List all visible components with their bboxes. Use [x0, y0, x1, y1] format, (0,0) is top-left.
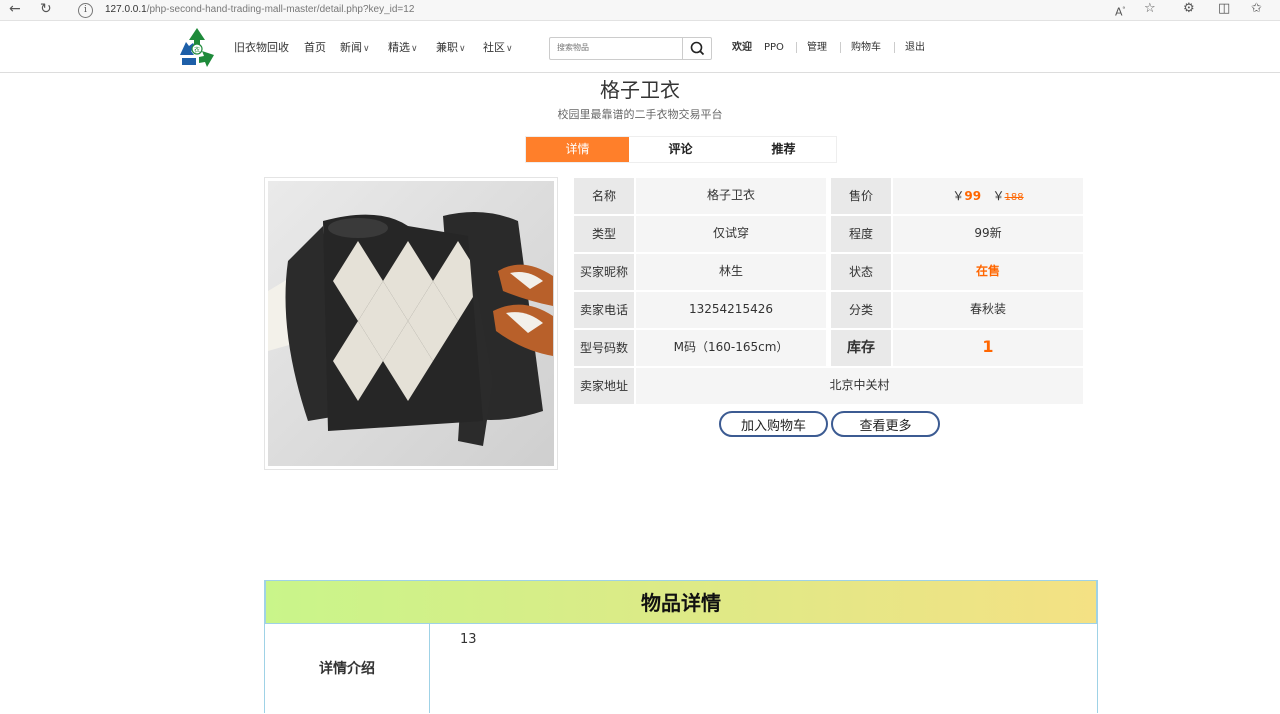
favorites-list-icon[interactable]: ✩: [1251, 0, 1262, 20]
nav-community-label: 社区: [483, 41, 505, 54]
search-input[interactable]: [550, 38, 685, 57]
nav-featured[interactable]: 精选∨: [388, 41, 418, 56]
label-size: 型号码数: [574, 330, 634, 366]
nav-home-label: 首页: [304, 41, 326, 54]
back-icon[interactable]: ←: [9, 0, 21, 20]
label-nickname: 买家昵称: [574, 254, 634, 290]
detail-tabs: 详情 评论 推荐: [525, 136, 837, 163]
cart-link[interactable]: 购物车: [851, 41, 881, 54]
browser-toolbar: ← ↻ i 127.0.0.1/php-second-hand-trading-…: [0, 0, 1280, 21]
sale-price: 99: [964, 189, 982, 203]
add-to-cart-button[interactable]: 加入购物车: [719, 411, 828, 437]
intro-value: 13: [460, 632, 477, 647]
favorite-star-icon[interactable]: ☆: [1144, 0, 1156, 20]
value-condition: 99新: [893, 216, 1083, 252]
recycle-logo-icon[interactable]: 衣: [174, 25, 220, 69]
label-address: 卖家地址: [574, 368, 634, 404]
view-more-button[interactable]: 查看更多: [831, 411, 940, 437]
site-header: 衣 旧衣物回收 首页 新闻∨ 精选∨ 兼职∨ 社区∨ 欢迎 PPO 管理 购物车…: [0, 21, 1280, 73]
url-host: 127.0.0.1: [105, 4, 147, 15]
search-button[interactable]: [682, 38, 712, 59]
value-address: 北京中关村: [636, 368, 1083, 404]
divider: [840, 42, 841, 53]
label-phone: 卖家电话: [574, 292, 634, 328]
value-size: M码（160-165cm）: [636, 330, 826, 366]
chevron-down-icon: ∨: [506, 44, 513, 54]
search-icon: [690, 41, 705, 56]
value-name: 格子卫衣: [636, 178, 826, 214]
divider: [894, 42, 895, 53]
manage-link[interactable]: 管理: [807, 41, 827, 54]
label-type: 类型: [574, 216, 634, 252]
value-price: ￥99 ￥188: [893, 178, 1083, 214]
intro-label: 详情介绍: [265, 624, 430, 713]
label-price: 售价: [831, 178, 891, 214]
reload-icon[interactable]: ↻: [40, 0, 52, 20]
chevron-down-icon: ∨: [411, 44, 418, 54]
nav-news-label: 新闻: [340, 41, 362, 54]
value-nickname: 林生: [636, 254, 826, 290]
value-category: 春秋装: [893, 292, 1083, 328]
value-type: 仅试穿: [636, 216, 826, 252]
divider: [796, 42, 797, 53]
tab-comments[interactable]: 评论: [629, 137, 732, 162]
nav-community[interactable]: 社区∨: [483, 41, 513, 56]
nav-parttime[interactable]: 兼职∨: [436, 41, 466, 56]
value-phone: 13254215426: [636, 292, 826, 328]
url-path: /php-second-hand-trading-mall-master/det…: [146, 4, 415, 15]
currency-symbol: ￥: [952, 189, 965, 203]
svg-text:衣: 衣: [194, 46, 200, 54]
product-subtitle: 校园里最靠谱的二手衣物交易平台: [557, 108, 723, 121]
status-badge: 在售: [893, 254, 1083, 290]
welcome-text: 欢迎: [732, 42, 752, 53]
label-status: 状态: [831, 254, 891, 290]
tab-details[interactable]: 详情: [526, 137, 629, 162]
address-bar[interactable]: 127.0.0.1/php-second-hand-trading-mall-m…: [105, 3, 414, 16]
label-name: 名称: [574, 178, 634, 214]
brand-link[interactable]: 旧衣物回收: [234, 41, 289, 55]
label-stock: 库存: [831, 330, 891, 366]
nav-parttime-label: 兼职: [436, 41, 458, 54]
label-condition: 程度: [831, 216, 891, 252]
search-box: [549, 37, 712, 60]
nav-home[interactable]: 首页: [304, 41, 326, 55]
username-link[interactable]: PPO: [764, 41, 784, 54]
original-price: 188: [1004, 192, 1024, 203]
item-detail-heading: 物品详情: [265, 580, 1097, 624]
item-detail-section: 物品详情 详情介绍 13: [264, 580, 1098, 713]
logout-link[interactable]: 退出: [905, 41, 925, 54]
value-stock: 1: [893, 330, 1083, 366]
extensions-icon[interactable]: ⚙: [1183, 0, 1195, 20]
product-title: 格子卫衣: [600, 78, 680, 102]
tab-recommend[interactable]: 推荐: [732, 137, 835, 162]
product-image: [264, 177, 558, 470]
nav-news[interactable]: 新闻∨: [340, 41, 370, 56]
site-info-icon[interactable]: i: [78, 3, 93, 18]
split-screen-icon[interactable]: ◫: [1218, 0, 1230, 20]
nav-featured-label: 精选: [388, 41, 410, 54]
chevron-down-icon: ∨: [459, 44, 466, 54]
chevron-down-icon: ∨: [363, 44, 370, 54]
label-category: 分类: [831, 292, 891, 328]
currency-symbol: ￥: [992, 189, 1005, 203]
read-aloud-icon[interactable]: Aᵃ: [1115, 0, 1125, 20]
